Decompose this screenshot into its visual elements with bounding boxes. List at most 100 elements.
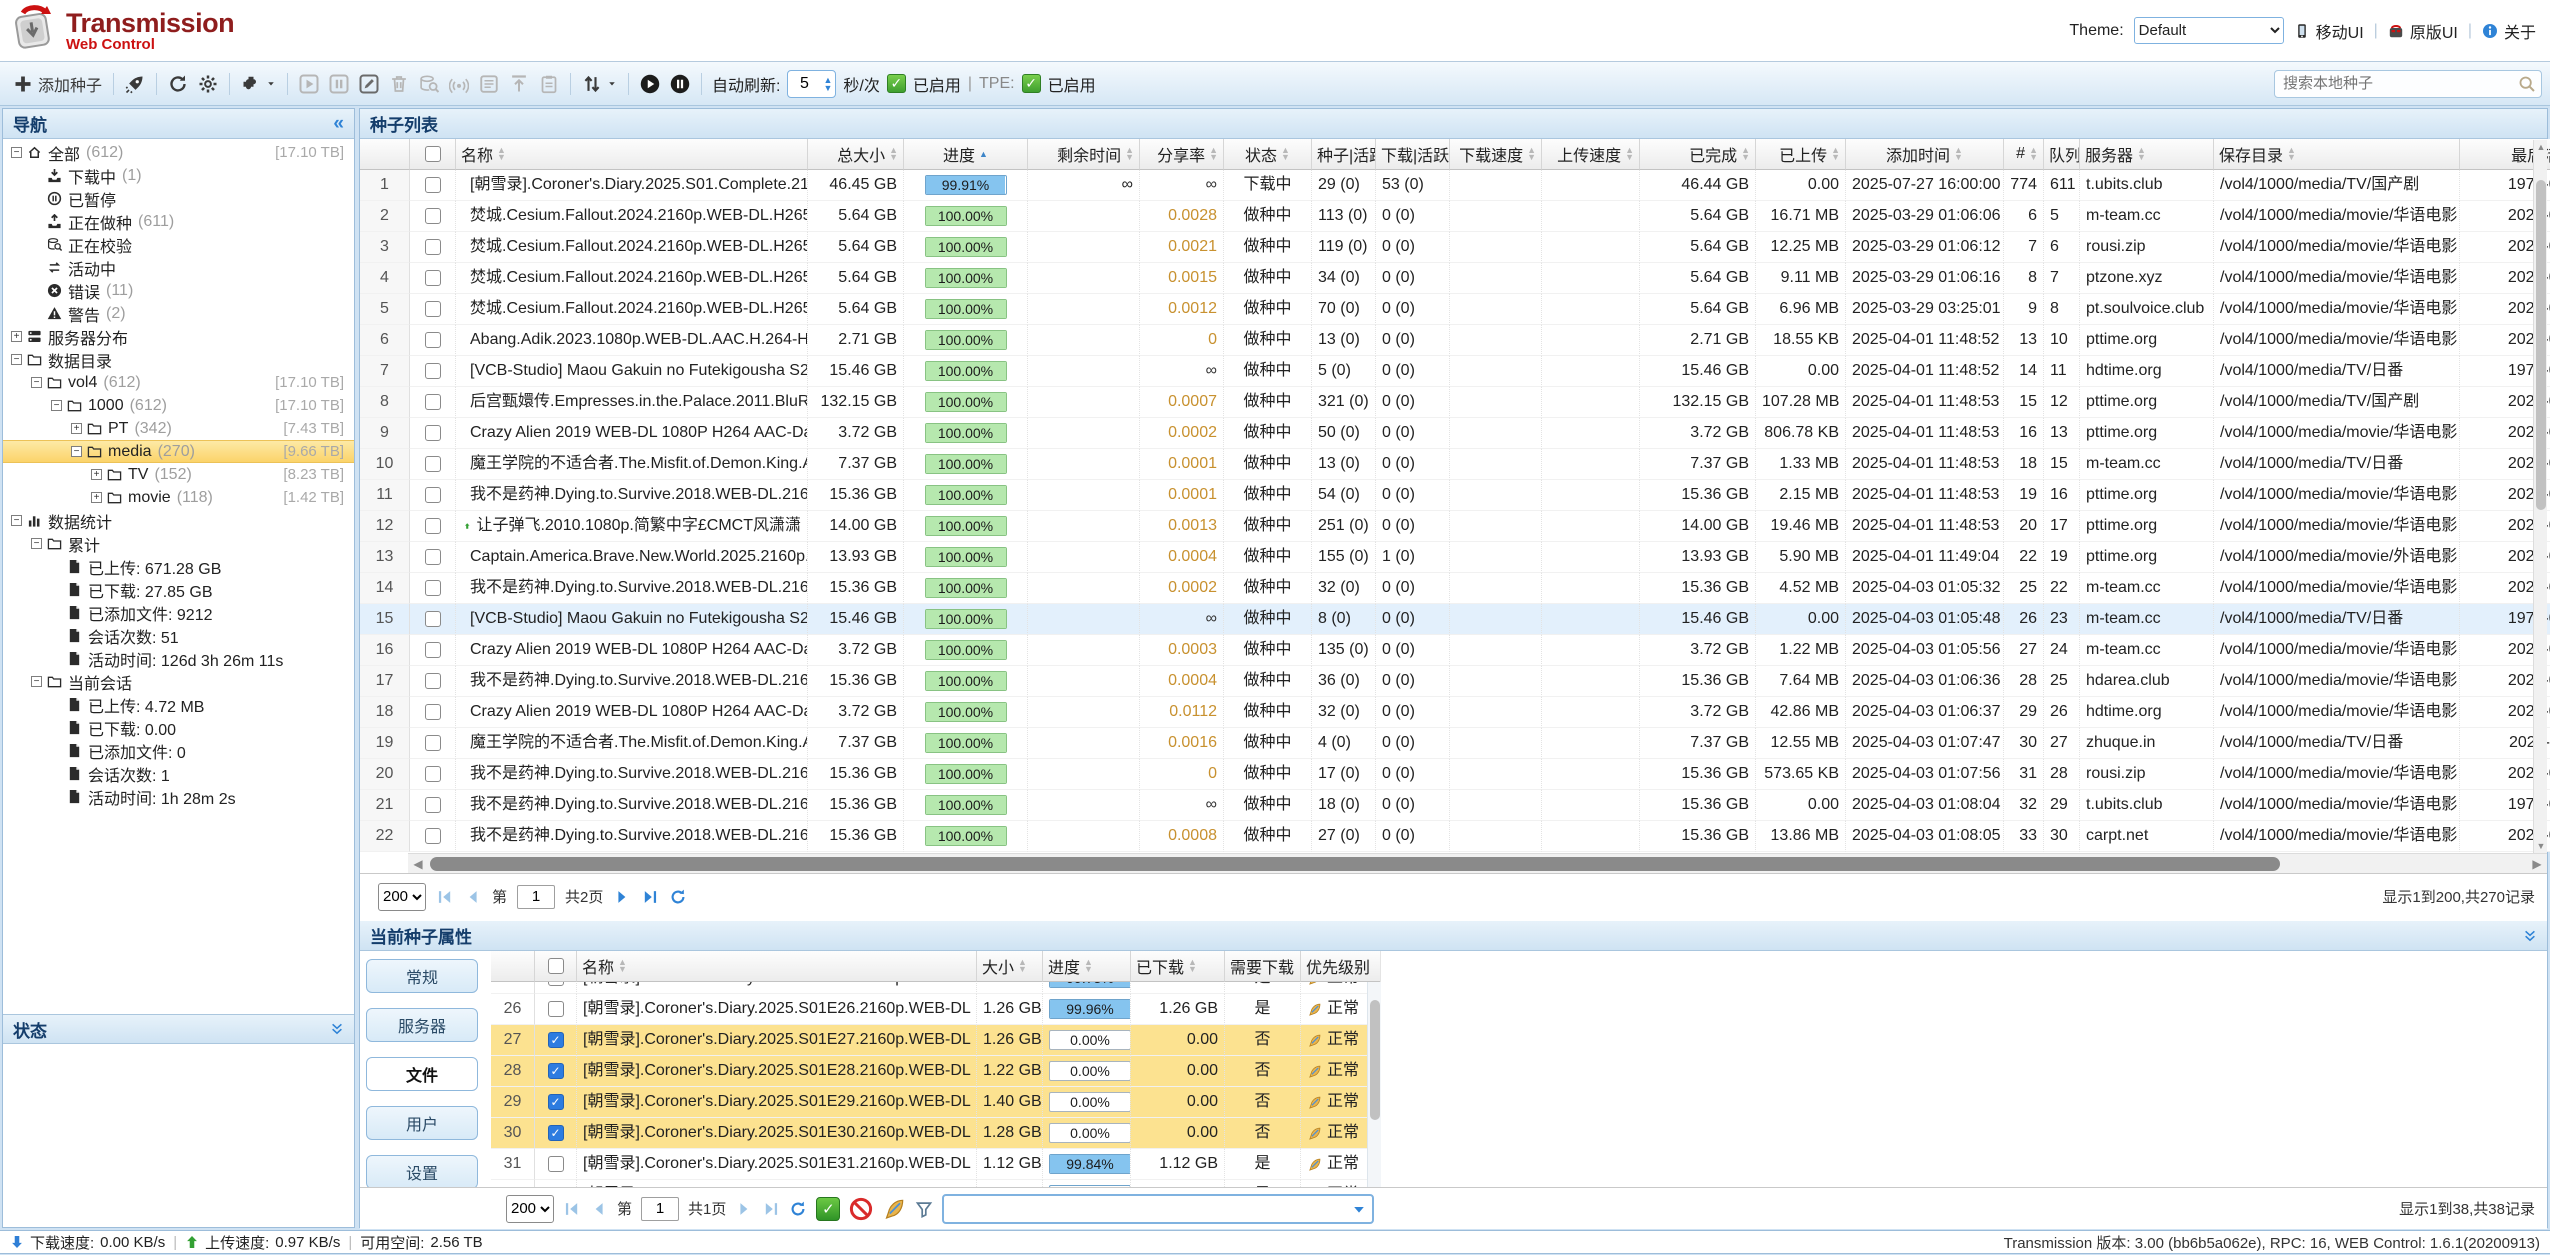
- add-torrent-button[interactable]: 添加种子: [8, 72, 107, 96]
- file-row[interactable]: 31[朝雪录].Coroner's.Diary.2025.S01E31.2160…: [491, 1149, 1381, 1180]
- details-button[interactable]: [474, 74, 504, 94]
- tree-expander-icon[interactable]: −: [11, 515, 22, 526]
- sidebar-item-total-uploaded[interactable]: 已上传: 671.28 GB: [3, 555, 354, 578]
- page-number-input[interactable]: [517, 885, 555, 909]
- file-row[interactable]: 25[朝雪录].Coroner's.Diary.2025.S01E25.2160…: [491, 982, 1381, 994]
- tab-peers[interactable]: 用户: [366, 1106, 478, 1140]
- next-page-button[interactable]: [613, 888, 631, 906]
- row-checkbox[interactable]: [425, 487, 441, 503]
- file-page-size-select[interactable]: 200: [506, 1195, 554, 1223]
- reload-session-button[interactable]: [163, 74, 193, 94]
- sidebar-item-session-uploaded[interactable]: 已上传: 4.72 MB: [3, 693, 354, 716]
- sidebar-item-total-files-added[interactable]: 已添加文件: 9212: [3, 601, 354, 624]
- torrent-row[interactable]: 22我不是药神.Dying.to.Survive.2018.WEB-DL.216…: [360, 821, 2550, 852]
- file-column-header[interactable]: 名称▲▼: [577, 951, 977, 982]
- properties-collapse-icon[interactable]: [2523, 929, 2537, 943]
- settings-button[interactable]: [193, 74, 223, 94]
- file-row[interactable]: 30✓[朝雪录].Coroner's.Diary.2025.S01E30.216…: [491, 1118, 1381, 1149]
- row-checkbox[interactable]: [425, 735, 441, 751]
- remove-button[interactable]: [384, 74, 414, 94]
- row-checkbox[interactable]: [425, 673, 441, 689]
- set-location-button[interactable]: [534, 74, 564, 94]
- torrent-row[interactable]: 13Captain.America.Brave.New.World.2025.2…: [360, 542, 2550, 573]
- set-priority-button[interactable]: [882, 1197, 906, 1221]
- file-row[interactable]: 26[朝雪录].Coroner's.Diary.2025.S01E26.2160…: [491, 994, 1381, 1025]
- auto-refresh-stepper[interactable]: ▲▼: [787, 70, 836, 98]
- search-input[interactable]: [2274, 70, 2542, 98]
- column-header-dspeed[interactable]: 下载速度▲▼: [1450, 139, 1542, 170]
- plugins-button[interactable]: [236, 74, 281, 94]
- tab-config[interactable]: 设置: [366, 1155, 478, 1187]
- sidebar-item-session-sessions[interactable]: 会话次数: 1: [3, 762, 354, 785]
- scroll-right-icon[interactable]: ▶: [2527, 854, 2547, 874]
- torrent-row[interactable]: 14我不是药神.Dying.to.Survive.2018.WEB-DL.216…: [360, 573, 2550, 604]
- sidebar-item-session-downloaded[interactable]: 已下载: 0.00: [3, 716, 354, 739]
- refresh-list-button[interactable]: [669, 888, 687, 906]
- sidebar-item-all[interactable]: −全部(612)[17.10 TB]: [3, 141, 354, 164]
- file-column-header[interactable]: 已下载▲▼: [1131, 951, 1225, 982]
- torrent-row[interactable]: 4焚城.Cesium.Fallout.2024.2160p.WEB-DL.H26…: [360, 263, 2550, 294]
- announce-button[interactable]: [444, 74, 474, 94]
- column-header-queue[interactable]: 队列: [2044, 139, 2080, 170]
- recheck-button[interactable]: [414, 74, 444, 94]
- column-header-ratio[interactable]: 分享率▲▼: [1140, 139, 1224, 170]
- row-checkbox[interactable]: [425, 239, 441, 255]
- sidebar-item-session-files-added[interactable]: 已添加文件: 0: [3, 739, 354, 762]
- sidebar-item-session-active-time[interactable]: 活动时间: 1h 28m 2s: [3, 785, 354, 808]
- row-checkbox[interactable]: [425, 394, 441, 410]
- file-column-header[interactable]: 需要下载▲▼: [1225, 951, 1301, 982]
- row-checkbox[interactable]: [425, 177, 441, 193]
- column-header-added[interactable]: 添加时间▲▼: [1846, 139, 2004, 170]
- file-vertical-scrollbar[interactable]: [1367, 982, 1381, 1187]
- select-all-files-button[interactable]: ✓: [816, 1197, 840, 1221]
- about-link[interactable]: 关于: [2482, 19, 2536, 43]
- status-collapse-icon[interactable]: [330, 1022, 344, 1036]
- original-ui-link[interactable]: 原版UI: [2388, 19, 2458, 43]
- sort-button[interactable]: [577, 74, 622, 94]
- file-last-page-button[interactable]: [762, 1200, 780, 1218]
- sidebar-item-stats-total[interactable]: −累计: [3, 532, 354, 555]
- file-checkbox[interactable]: [548, 1001, 564, 1017]
- auto-refresh-enabled-checkbox[interactable]: ✓: [887, 74, 906, 93]
- mobile-ui-link[interactable]: 移动UI: [2294, 19, 2364, 43]
- tpe-enabled-checkbox[interactable]: ✓: [1022, 74, 1041, 93]
- sidebar-item-downloading[interactable]: 下载中(1): [3, 164, 354, 187]
- file-filter-combo[interactable]: [942, 1194, 1374, 1224]
- tree-expander-icon[interactable]: −: [31, 377, 42, 388]
- file-row[interactable]: 32[朝雪录].Coroner's.Diary.2025.S01E32.2160…: [491, 1180, 1381, 1187]
- scroll-left-icon[interactable]: ◀: [408, 854, 428, 874]
- torrent-row[interactable]: 8后宫甄嬛传.Empresses.in.the.Palace.2011.BluR…: [360, 387, 2550, 418]
- row-checkbox[interactable]: [425, 704, 441, 720]
- torrent-row[interactable]: 12让子弹飞.2010.1080p.简繁中字£CMCT风潇潇14.00 GB10…: [360, 511, 2550, 542]
- torrent-row[interactable]: 20我不是药神.Dying.to.Survive.2018.WEB-DL.216…: [360, 759, 2550, 790]
- row-checkbox[interactable]: [425, 270, 441, 286]
- column-header-uspeed[interactable]: 上传速度▲▼: [1542, 139, 1640, 170]
- row-checkbox[interactable]: [425, 363, 441, 379]
- file-checkbox[interactable]: [548, 1156, 564, 1172]
- file-row[interactable]: 29✓[朝雪录].Coroner's.Diary.2025.S01E29.216…: [491, 1087, 1381, 1118]
- deselect-files-button[interactable]: [849, 1197, 873, 1221]
- sidebar-item-dir-movie[interactable]: +movie(118)[1.42 TB]: [3, 486, 354, 509]
- row-checkbox[interactable]: [425, 766, 441, 782]
- tab-general[interactable]: 常规: [366, 959, 478, 993]
- file-checkbox[interactable]: ✓: [548, 1125, 564, 1141]
- torrent-row[interactable]: 19魔王学院的不适合者.The.Misfit.of.Demon.King.Aca…: [360, 728, 2550, 759]
- sidebar-item-dir-vol4[interactable]: −vol4(612)[17.10 TB]: [3, 371, 354, 394]
- file-column-header[interactable]: 大小▲▼: [977, 951, 1043, 982]
- queue-move-button[interactable]: [504, 74, 534, 94]
- pause-button[interactable]: [324, 74, 354, 94]
- column-header-name[interactable]: 名称▲▼: [456, 139, 808, 170]
- row-checkbox[interactable]: [425, 642, 441, 658]
- sidebar-collapse-icon[interactable]: «: [333, 113, 344, 135]
- add-magnet-button[interactable]: [120, 74, 150, 94]
- torrent-row[interactable]: 17我不是药神.Dying.to.Survive.2018.WEB-DL.216…: [360, 666, 2550, 697]
- row-checkbox[interactable]: [425, 580, 441, 596]
- file-row[interactable]: 28✓[朝雪录].Coroner's.Diary.2025.S01E28.216…: [491, 1056, 1381, 1087]
- tree-expander-icon[interactable]: +: [91, 469, 102, 480]
- tree-expander-icon[interactable]: +: [11, 331, 22, 342]
- tab-files[interactable]: 文件: [366, 1057, 478, 1091]
- file-prev-page-button[interactable]: [590, 1200, 608, 1218]
- file-checkbox[interactable]: ✓: [548, 1063, 564, 1079]
- file-first-page-button[interactable]: [563, 1200, 581, 1218]
- row-checkbox[interactable]: [425, 208, 441, 224]
